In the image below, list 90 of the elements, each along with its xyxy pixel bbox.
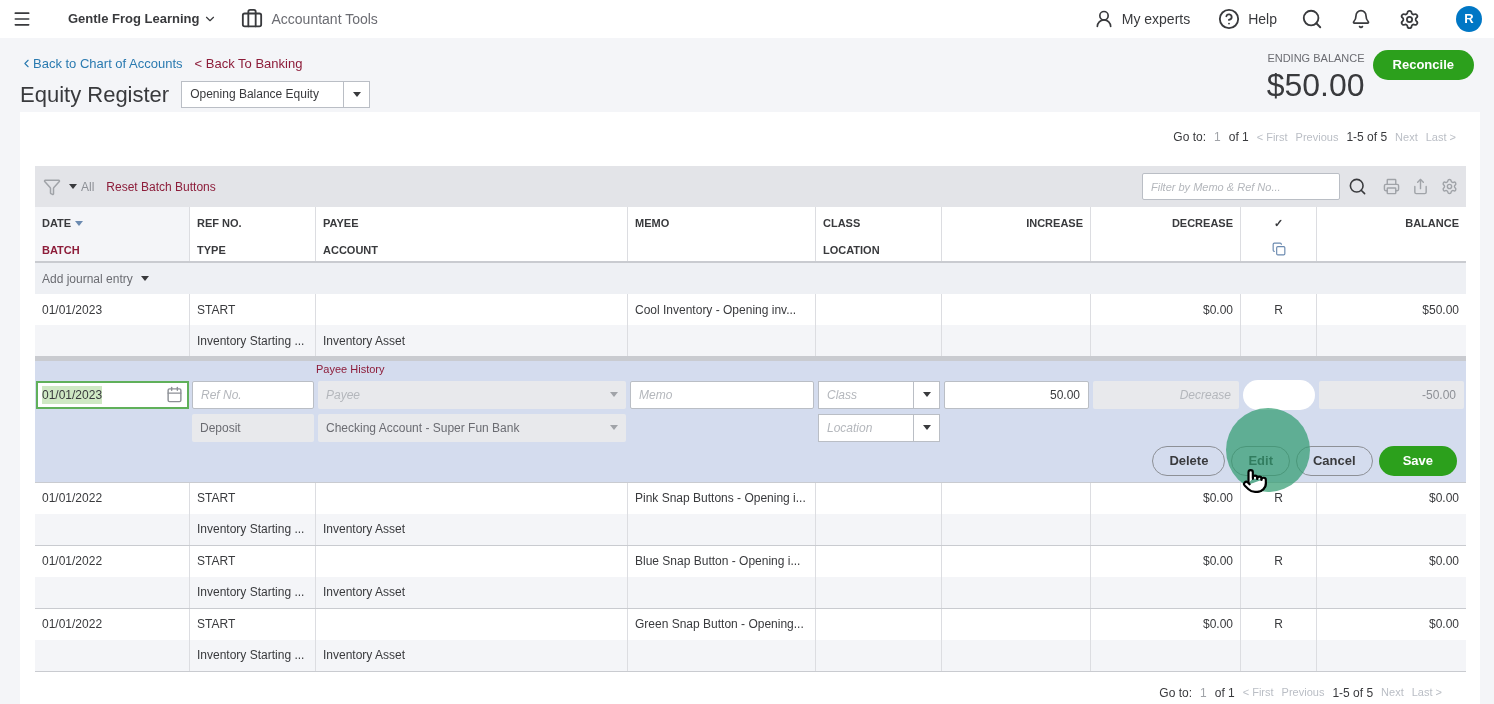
copy-icon[interactable]	[1271, 241, 1286, 256]
reset-batch-link[interactable]: Reset Batch Buttons	[106, 177, 216, 196]
date-field[interactable]: 01/01/2023	[36, 380, 189, 409]
account-cell-text: Inventory Asset	[323, 647, 406, 664]
account-cell-text: Inventory Asset	[323, 332, 406, 350]
column-subheader[interactable]: BATCH	[42, 241, 80, 258]
memo-field[interactable]: Memo	[630, 380, 814, 409]
accountant-tools-link[interactable]: Accountant Tools	[271, 8, 378, 30]
type-field: Deposit	[192, 413, 314, 442]
menu-icon[interactable]	[12, 9, 32, 29]
column-subheader[interactable]: ACCOUNT	[323, 241, 378, 258]
column-header[interactable]: PAYEE	[323, 215, 359, 232]
back-to-banking-link[interactable]: < Back To Banking	[194, 54, 303, 74]
type-cell-text: Inventory Starting ...	[197, 647, 305, 664]
goto-label: Go to:	[1159, 684, 1192, 702]
range-label: 1-5 of 5	[1346, 129, 1388, 146]
date-cell-text: 01/01/2022	[42, 616, 103, 633]
column-header[interactable]: DECREASE	[1171, 215, 1233, 232]
search-icon[interactable]	[1348, 177, 1367, 196]
caret-icon[interactable]	[922, 425, 931, 430]
balance-field: -50.00	[1319, 380, 1464, 409]
status-toggle[interactable]	[1243, 379, 1315, 410]
date-cell-text: 01/01/2022	[42, 490, 103, 507]
payee-history-link[interactable]: Payee History	[316, 361, 385, 378]
ref-cell-text: START	[197, 553, 236, 570]
caret-icon[interactable]	[140, 276, 149, 281]
help-link[interactable]: Help	[1248, 8, 1277, 30]
back-to-accounts-link[interactable]: Back to Chart of Accounts	[20, 54, 183, 74]
ending-balance-value: $50.00	[1266, 66, 1365, 103]
my-experts-link[interactable]: My experts	[1121, 8, 1191, 30]
column-header[interactable]: DATE	[42, 215, 84, 232]
column-subheader[interactable]: TYPE	[197, 241, 226, 258]
status-cell-text: R	[1274, 490, 1283, 507]
decrease-cell-text: $0.00	[1202, 301, 1233, 319]
caret-icon[interactable]	[922, 392, 931, 397]
company-menu[interactable]: Gentle Frog Learning	[68, 9, 218, 29]
caret-icon[interactable]	[352, 91, 361, 97]
status-cell-text: R	[1274, 616, 1283, 633]
column-header[interactable]: CLASS	[823, 215, 861, 232]
decrease-cell-text: $0.00	[1202, 553, 1233, 570]
balance-cell-text: $50.00	[1422, 301, 1459, 319]
ref-field[interactable]: Ref No.	[192, 380, 314, 409]
account-dropdown[interactable]: Opening Balance Equity	[181, 80, 371, 108]
account-cell-text: Inventory Asset	[323, 584, 406, 601]
type-cell-text: Inventory Starting ...	[197, 332, 305, 350]
column-header[interactable]: MEMO	[635, 215, 670, 232]
ref-cell-text: START	[197, 490, 236, 507]
memo-filter-field[interactable]: Filter by Memo & Ref No...	[1142, 173, 1340, 200]
calendar-icon[interactable]	[166, 386, 183, 403]
avatar[interactable]: R	[1456, 6, 1482, 32]
status-cell-text: R	[1274, 301, 1283, 319]
search-icon[interactable]	[1301, 8, 1323, 30]
caret-icon[interactable]	[69, 184, 77, 189]
ref-cell-text: START	[197, 301, 236, 319]
ref-cell-text: START	[197, 616, 236, 633]
column-header[interactable]: INCREASE	[1026, 215, 1083, 232]
page-count: of 1	[1214, 684, 1235, 702]
date-cell-text: 01/01/2023	[42, 301, 103, 319]
add-journal-entry-dropdown[interactable]: Add journal entry	[42, 269, 133, 288]
account-cell-text: Inventory Asset	[323, 521, 406, 538]
hand-cursor-icon	[1242, 467, 1268, 494]
memo-cell-text: Green Snap Button - Opening...	[635, 616, 804, 633]
goto-label: Go to:	[1173, 129, 1206, 146]
memo-cell-text: Blue Snap Button - Opening i...	[635, 553, 801, 570]
status-cell-text: R	[1274, 553, 1283, 570]
date-cell-text: 01/01/2022	[42, 553, 103, 570]
memo-cell-text: Pink Snap Buttons - Opening i...	[635, 490, 806, 507]
bell-icon[interactable]	[1351, 9, 1371, 29]
type-cell-text: Inventory Starting ...	[197, 521, 305, 538]
page-title: Equity Register	[20, 80, 170, 109]
column-subheader[interactable]: LOCATION	[823, 241, 880, 258]
range-label: 1-5 of 5	[1332, 684, 1374, 702]
decrease-cell-text: $0.00	[1202, 490, 1233, 507]
column-header[interactable]: BALANCE	[1405, 215, 1459, 232]
settings-icon[interactable]	[1399, 8, 1420, 30]
help-icon[interactable]	[1218, 8, 1241, 30]
page-count: of 1	[1228, 129, 1249, 146]
briefcase-icon[interactable]	[241, 8, 264, 30]
person-icon[interactable]	[1093, 9, 1114, 29]
column-header[interactable]: REF NO.	[197, 215, 242, 232]
decrease-cell-text: $0.00	[1202, 616, 1233, 633]
type-cell-text: Inventory Starting ...	[197, 584, 305, 601]
balance-cell-text: $0.00	[1428, 553, 1459, 570]
memo-cell-text: Cool Inventory - Opening inv...	[635, 301, 797, 319]
column-header[interactable]: ✓	[1274, 215, 1283, 232]
account-field[interactable]: Checking Account - Super Fun Bank	[318, 413, 626, 442]
increase-field[interactable]: 50.00	[944, 380, 1089, 409]
ending-balance-label: ENDING BALANCE	[1267, 51, 1365, 66]
balance-cell-text: $0.00	[1428, 490, 1459, 507]
balance-cell-text: $0.00	[1428, 616, 1459, 633]
